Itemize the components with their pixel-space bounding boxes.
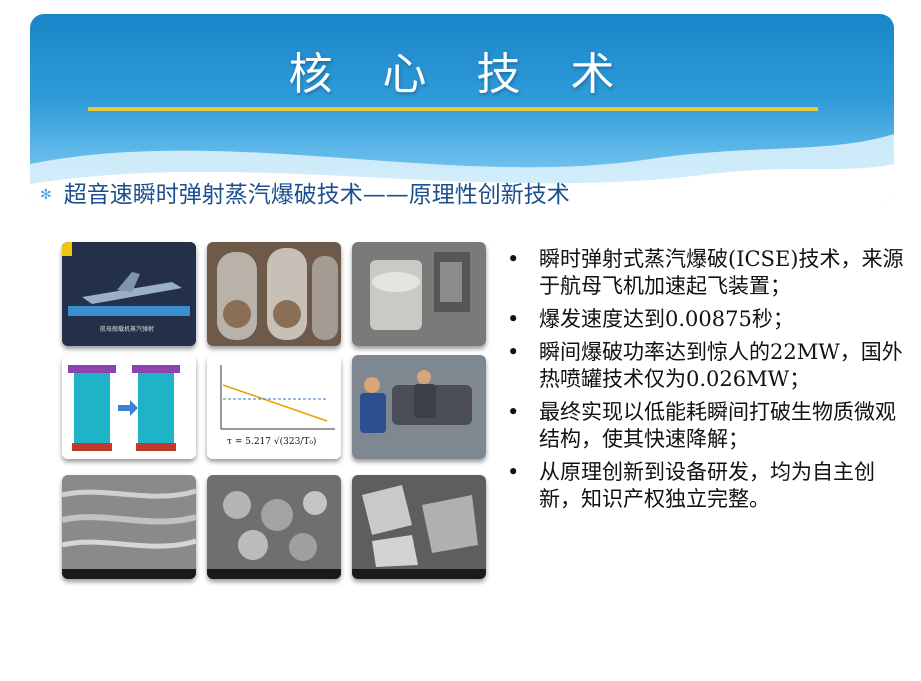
steam-pipes-photo [207,242,341,346]
subtitle-text: 超音速瞬时弹射蒸汽爆破技术——原理性创新技术 [63,182,570,208]
cylinder-diagram-photo [62,355,196,459]
formula-text: τ = 5.217 √(323/T₀) [227,437,317,447]
micro-structure-photo-3 [352,475,486,579]
list-item: 从原理创新到设备研发，均为自主创新，知识产权独立完整。 [505,459,905,513]
workers-equipment-photo [352,355,486,459]
list-item: 爆发速度达到0.00875秒； [505,306,905,333]
photo-caption: 航母舰载机蒸汽弹射 [100,326,155,333]
title-underline [88,107,818,111]
bullet-list: 瞬时弹射式蒸汽爆破(ICSE)技术，来源于航母飞机加速起飞装置； 爆发速度达到0… [505,246,905,519]
photo-grid: 航母舰载机蒸汽弹射 τ = 5.217 √(323/T₀) [62,242,496,587]
slide-subtitle: ✻ 超音速瞬时弹射蒸汽爆破技术——原理性创新技术 [40,175,570,209]
asterisk-bullet-icon: ✻ [40,187,52,203]
jet-aircraft-carrier-photo: 航母舰载机蒸汽弹射 [62,242,196,346]
list-item: 瞬间爆破功率达到惊人的22MW，国外热喷罐技术仅为0.026MW； [505,339,905,393]
slide-title: 核 心 技 术 [288,49,633,100]
list-item: 最终实现以低能耗瞬间打破生物质微观结构，使其快速降解； [505,399,905,453]
list-item: 瞬时弹射式蒸汽爆破(ICSE)技术，来源于航母飞机加速起飞装置； [505,246,905,300]
micro-structure-photo-1 [62,475,196,579]
micro-structure-photo-2 [207,475,341,579]
formula-chart-photo: τ = 5.217 √(323/T₀) [207,355,341,459]
explosion-vessel-photo [352,242,486,346]
